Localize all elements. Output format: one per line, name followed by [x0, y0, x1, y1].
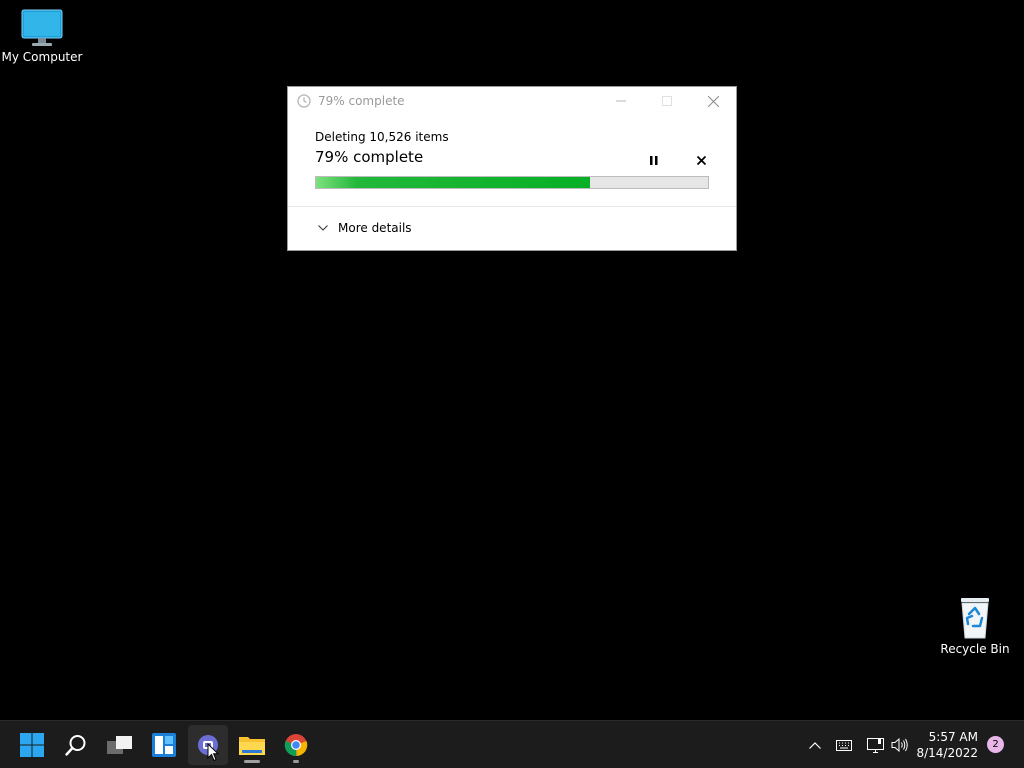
minimize-icon — [616, 100, 626, 102]
cancel-icon — [696, 155, 706, 165]
widgets-button[interactable] — [144, 725, 184, 765]
task-view-icon — [107, 736, 132, 754]
volume-button[interactable] — [889, 733, 911, 757]
clock-icon — [297, 94, 311, 108]
delete-progress-dialog: 79% complete Deleting 10,526 items 79% c… — [288, 87, 736, 250]
recycle-bin-icon — [961, 598, 989, 639]
clock[interactable]: 5:57 AM 8/14/2022 — [910, 729, 978, 761]
more-details-label: More details — [338, 221, 412, 235]
desktop-icon-recycle-bin[interactable]: Recycle Bin — [933, 594, 1017, 656]
progress-bar — [315, 176, 709, 189]
percent-complete-text: 79% complete — [315, 148, 424, 166]
search-button[interactable] — [56, 725, 96, 765]
mouse-cursor-icon — [207, 743, 219, 762]
close-icon — [707, 95, 719, 107]
maximize-button[interactable] — [644, 87, 690, 115]
divider — [288, 206, 736, 207]
more-details-toggle[interactable]: More details — [318, 217, 412, 239]
network-icon — [866, 737, 884, 753]
maximize-icon — [662, 96, 672, 106]
search-icon — [65, 735, 86, 756]
pause-icon — [650, 155, 658, 165]
progress-fill — [316, 177, 591, 188]
desktop-icon-label: My Computer — [1, 50, 83, 64]
start-icon — [20, 733, 44, 757]
close-button[interactable] — [690, 87, 736, 115]
taskbar: 5:57 AM 8/14/2022 — [0, 720, 1024, 768]
pause-button[interactable] — [644, 150, 664, 170]
running-indicator — [244, 760, 260, 763]
start-button[interactable] — [12, 725, 52, 765]
desktop-icon-my-computer[interactable]: My Computer — [0, 8, 84, 64]
dialog-titlebar[interactable]: 79% complete — [288, 87, 736, 115]
dialog-title: 79% complete — [318, 94, 405, 108]
keyboard-button[interactable] — [833, 733, 855, 757]
chevron-up-icon — [809, 741, 821, 749]
show-hidden-icons-button[interactable] — [804, 733, 826, 757]
computer-icon — [21, 9, 63, 46]
running-indicator — [293, 760, 299, 763]
notification-badge[interactable]: 2 — [987, 736, 1004, 753]
task-view-button[interactable] — [100, 725, 140, 765]
volume-icon — [891, 738, 908, 752]
file-explorer-button[interactable] — [232, 725, 272, 765]
operation-text: Deleting 10,526 items — [315, 130, 449, 144]
minimize-button[interactable] — [598, 87, 644, 115]
clock-date: 8/14/2022 — [916, 746, 978, 760]
network-button[interactable] — [864, 733, 886, 757]
widgets-icon — [152, 733, 176, 757]
cancel-button[interactable] — [691, 150, 711, 170]
clock-time: 5:57 AM — [928, 730, 978, 744]
chrome-icon — [284, 734, 308, 757]
desktop-icon-label: Recycle Bin — [940, 642, 1010, 656]
chevron-down-icon — [318, 225, 328, 231]
chrome-button[interactable] — [276, 725, 316, 765]
keyboard-icon — [836, 739, 852, 751]
file-explorer-icon — [239, 737, 265, 755]
